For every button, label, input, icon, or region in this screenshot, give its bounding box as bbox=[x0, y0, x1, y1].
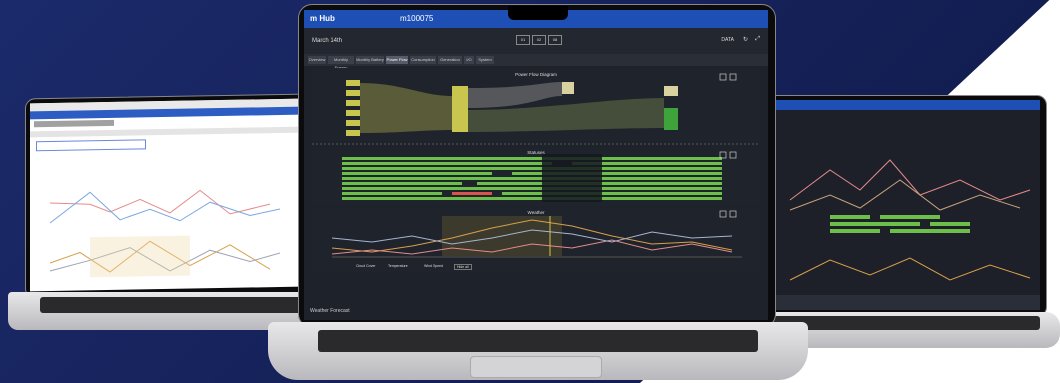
statuses-export-icon[interactable] bbox=[729, 151, 737, 159]
power-flow-diagram bbox=[312, 73, 760, 145]
legend-temperature[interactable]: Temperature bbox=[388, 264, 408, 268]
center-laptop-keyboard bbox=[318, 330, 758, 352]
period-button-1[interactable]: 01 bbox=[516, 35, 530, 45]
weather-export-icon[interactable] bbox=[729, 210, 737, 218]
refresh-icon[interactable]: ↻ bbox=[743, 36, 748, 43]
tab-monthly-energy[interactable]: Monthly Energy bbox=[328, 56, 354, 70]
center-laptop-screen: m Hub m100075 March 14th 01 02 08 DATA ↻… bbox=[304, 10, 768, 320]
device-id: m100075 bbox=[400, 14, 434, 23]
tab-monthly-battery[interactable]: Monthly Battery bbox=[356, 56, 384, 64]
tab-generation[interactable]: Generation bbox=[438, 56, 462, 64]
power-flow-settings-icon[interactable] bbox=[719, 73, 727, 81]
legend-cloud-cover[interactable]: Cloud Cover bbox=[356, 264, 375, 268]
statuses-panel: Statuses bbox=[312, 148, 760, 206]
expand-icon[interactable]: ⤢ bbox=[755, 36, 760, 43]
date-toolbar: March 14th 01 02 08 DATA ↻ ⤢ bbox=[304, 28, 768, 54]
center-laptop-trackpad bbox=[470, 356, 602, 378]
tab-bar: Overview Monthly Energy Monthly Battery … bbox=[304, 54, 768, 70]
power-flow-panel: Power Flow Diagram bbox=[312, 68, 760, 146]
center-laptop-camera-notch bbox=[508, 6, 568, 20]
tab-power-flow[interactable]: Power Flow bbox=[386, 56, 408, 64]
period-button-2[interactable]: 02 bbox=[532, 35, 546, 45]
data-dropdown[interactable]: DATA bbox=[721, 37, 734, 43]
date-picker[interactable]: March 14th bbox=[312, 38, 342, 44]
tab-system[interactable]: System bbox=[476, 56, 494, 64]
weather-panel: Weather Cloud Cover Temperature Wind Spe… bbox=[312, 208, 760, 272]
weather-forecast-heading: Weather Forecast bbox=[310, 308, 350, 314]
legend-wind-speed[interactable]: Wind Speed bbox=[424, 264, 443, 268]
statuses-chart bbox=[342, 151, 737, 202]
center-laptop: m Hub m100075 March 14th 01 02 08 DATA ↻… bbox=[0, 0, 1060, 383]
hide-all-button[interactable]: Hide all bbox=[454, 264, 472, 270]
power-flow-export-icon[interactable] bbox=[729, 73, 737, 81]
app-title: m Hub bbox=[310, 14, 335, 23]
period-button-3[interactable]: 08 bbox=[548, 35, 562, 45]
tab-io[interactable]: I/O bbox=[464, 56, 474, 64]
weather-settings-icon[interactable] bbox=[719, 210, 727, 218]
tab-consumption[interactable]: Consumption bbox=[410, 56, 436, 64]
weather-chart bbox=[331, 210, 742, 258]
tab-overview[interactable]: Overview bbox=[308, 56, 326, 64]
